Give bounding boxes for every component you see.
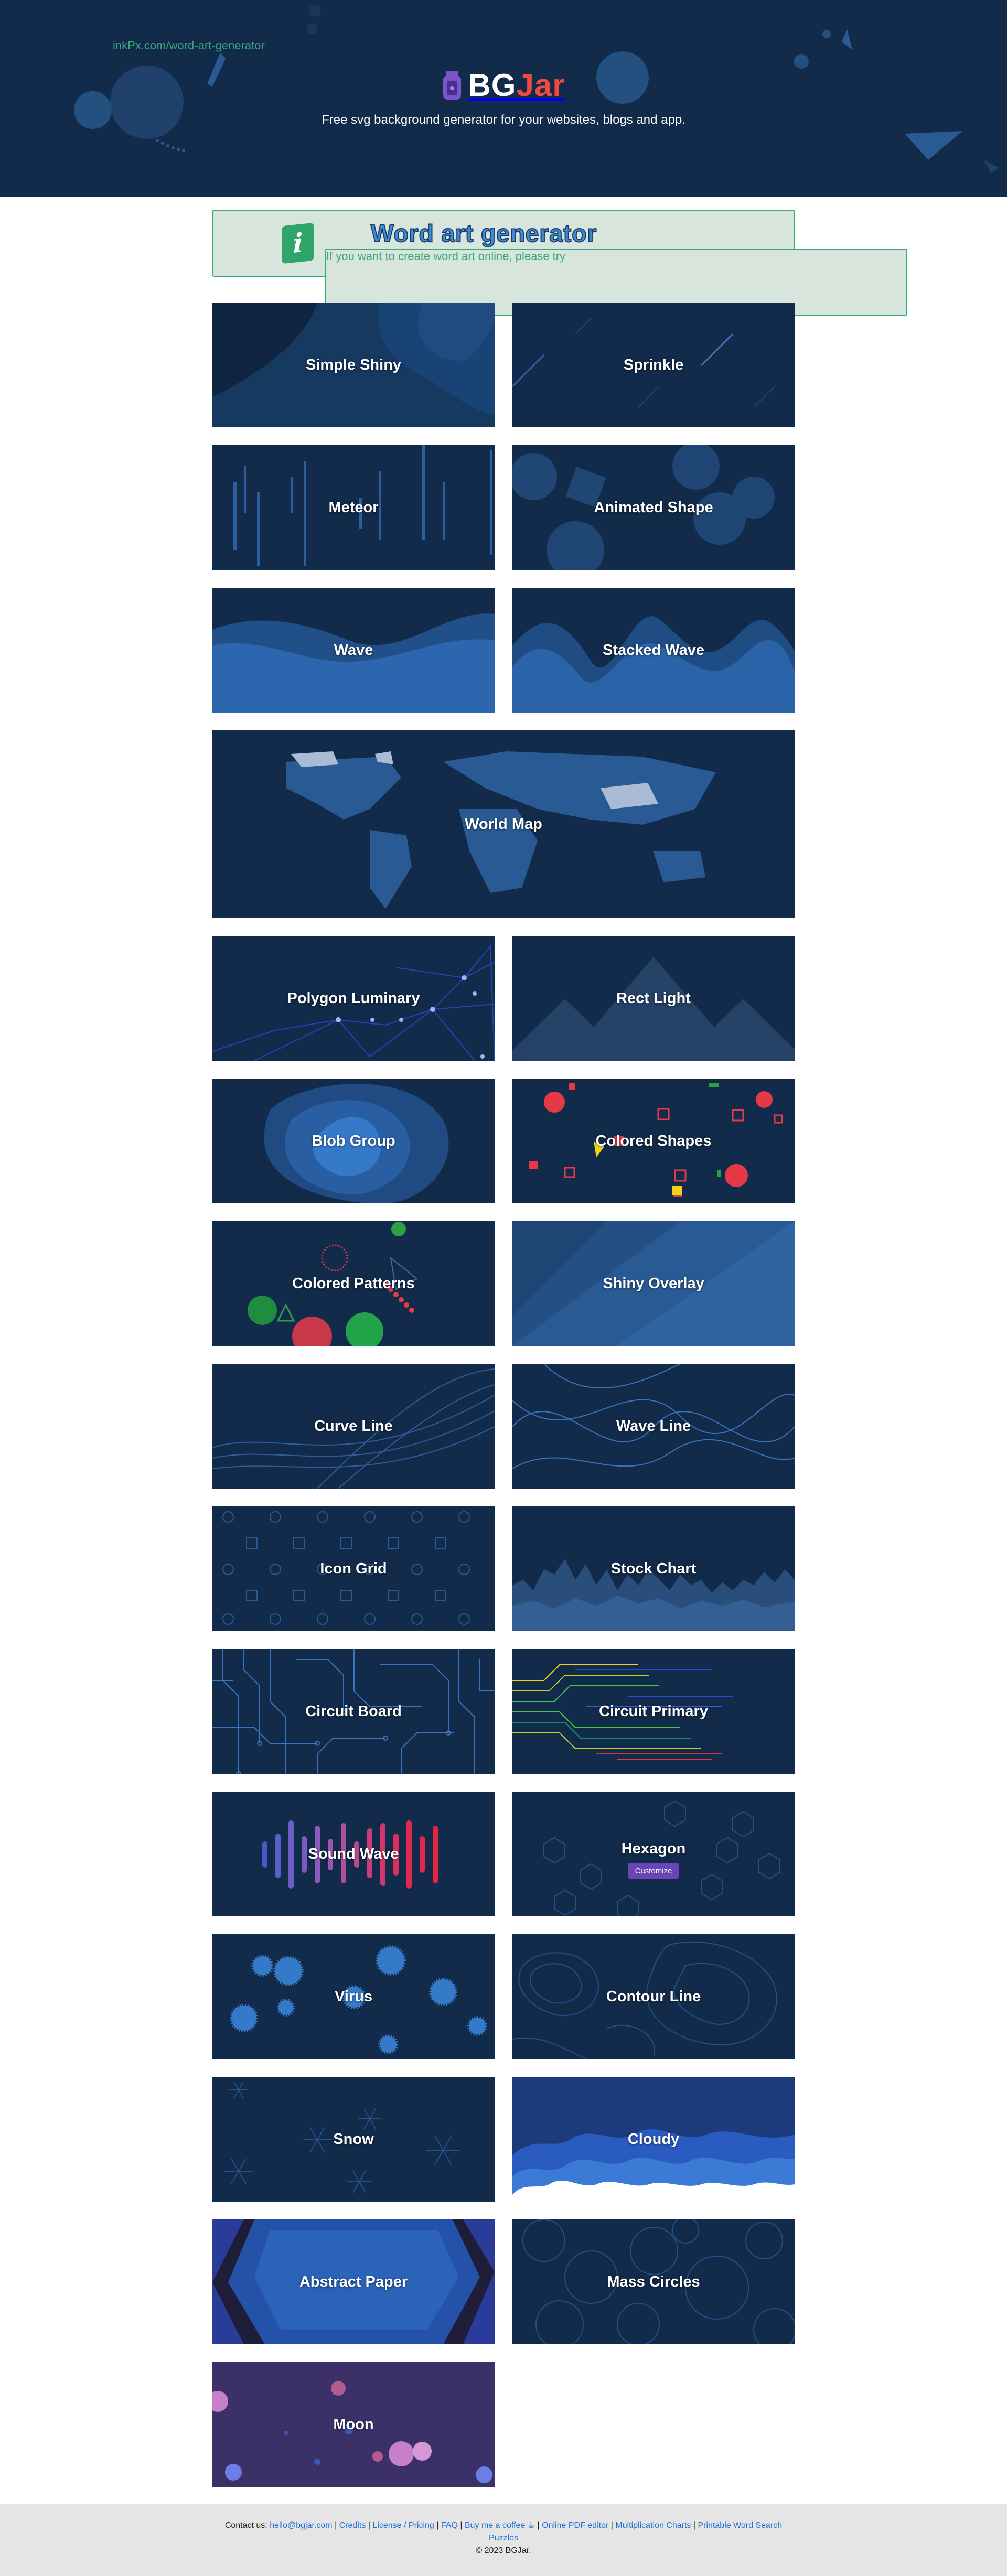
info-icon: i [282, 222, 314, 264]
card-icon-grid[interactable]: Icon Grid [212, 1506, 495, 1631]
card-cloudy[interactable]: Cloudy [512, 2077, 795, 2202]
card-label: Abstract Paper [299, 2273, 408, 2290]
card-label: Curve Line [314, 1417, 393, 1435]
card-circuit-primary[interactable]: Circuit Primary [512, 1649, 795, 1774]
logo-row: BGJar [0, 67, 1007, 103]
card-stacked-wave[interactable]: Stacked Wave [512, 588, 795, 713]
card-label: Circuit Board [305, 1702, 402, 1720]
online-pdf-editor-link[interactable]: Online PDF editor [542, 2521, 608, 2530]
card-label: Stacked Wave [603, 641, 704, 659]
card-label: Colored Shapes [595, 1132, 712, 1149]
logo-text: BGJar [468, 67, 565, 103]
card-label: Hexagon [621, 1840, 686, 1857]
copyright: © 2023 BGJar. [476, 2546, 531, 2555]
card-animated-shape[interactable]: Animated Shape [512, 445, 795, 570]
printable-word-search-link[interactable]: Printable Word Search [698, 2521, 783, 2530]
email-link[interactable]: hello@bgjar.com [270, 2521, 332, 2530]
buy-me-coffee-link[interactable]: Buy me a coffee ☕ [465, 2521, 535, 2530]
card-label: Shiny Overlay [603, 1275, 704, 1292]
card-label: Rect Light [616, 989, 691, 1007]
hero-header: BGJar Free svg background generator for … [0, 0, 1007, 197]
footer: Contact us: hello@bgjar.com | Credits | … [0, 2504, 1007, 2576]
card-sprinkle[interactable]: Sprinkle [512, 303, 795, 427]
footer-links-line: Contact us: hello@bgjar.com | Credits | … [224, 2521, 783, 2530]
card-colored-shapes[interactable]: Colored Shapes [512, 1079, 795, 1203]
card-label: Colored Patterns [292, 1275, 415, 1292]
card-label: Simple Shiny [305, 356, 402, 373]
card-meteor[interactable]: Meteor [212, 445, 495, 570]
card-shiny-overlay[interactable]: Shiny Overlay [512, 1221, 795, 1346]
puzzles-line: Puzzles [0, 2532, 1007, 2545]
card-abstract-paper[interactable]: Abstract Paper [212, 2219, 495, 2344]
promo-link[interactable]: inkPx.com/word-art-generator [113, 39, 265, 52]
credits-link[interactable]: Credits [339, 2521, 366, 2530]
card-simple-shiny[interactable]: Simple Shiny [212, 303, 495, 427]
card-label: Sound Wave [308, 1845, 399, 1862]
logo-jar-text: Jar [516, 68, 565, 103]
tagline: Free svg background generator for your w… [322, 113, 685, 127]
card-polygon-luminary[interactable]: Polygon Luminary [212, 936, 495, 1061]
card-label: Polygon Luminary [287, 989, 420, 1007]
card-label: Cloudy [627, 2130, 680, 2148]
card-label: Wave Line [616, 1417, 691, 1435]
card-curve-line[interactable]: Curve Line [212, 1364, 495, 1489]
card-rect-light[interactable]: Rect Light [512, 936, 795, 1061]
card-label: Blob Group [312, 1132, 395, 1149]
card-label: World Map [465, 815, 542, 833]
promo-text: If you want to create word art online, p… [113, 39, 907, 316]
customize-button[interactable]: Customize [628, 1863, 679, 1879]
card-hexagon[interactable]: Hexagon Customize [512, 1792, 795, 1916]
card-label: Animated Shape [594, 499, 713, 516]
card-label: Icon Grid [320, 1560, 387, 1577]
card-label: Circuit Primary [599, 1702, 708, 1720]
logo-link[interactable]: BGJar [442, 67, 565, 103]
promo-title: Word art generator [370, 219, 597, 247]
card-label: Contour Line [606, 1988, 701, 2005]
card-label: Meteor [328, 499, 379, 516]
card-snow[interactable]: Snow [212, 2077, 495, 2202]
faq-link[interactable]: FAQ [441, 2521, 458, 2530]
logo-bg-text: BG [468, 68, 517, 103]
card-label: Wave [334, 641, 373, 659]
card-stock-chart[interactable]: Stock Chart [512, 1506, 795, 1631]
card-wave[interactable]: Wave [212, 588, 495, 713]
contact-label: Contact us: [224, 2521, 270, 2530]
card-blob-group[interactable]: Blob Group [212, 1079, 495, 1203]
card-label: Stock Chart [610, 1560, 697, 1577]
card-moon[interactable]: Moon [212, 2362, 495, 2487]
card-label: Virus [334, 1988, 372, 2005]
card-mass-circles[interactable]: Mass Circles [512, 2219, 795, 2344]
card-label: Sprinkle [623, 356, 684, 373]
promo-text-prefix: If you want to create word art online, p… [326, 250, 566, 263]
card-label: Snow [333, 2130, 374, 2148]
puzzles-link[interactable]: Puzzles [489, 2534, 518, 2542]
card-contour-line[interactable]: Contour Line [512, 1934, 795, 2059]
multiplication-charts-link[interactable]: Multiplication Charts [615, 2521, 691, 2530]
card-circuit-board[interactable]: Circuit Board [212, 1649, 495, 1774]
card-sound-wave[interactable]: Sound Wave [212, 1792, 495, 1916]
license-pricing-link[interactable]: License / Pricing [372, 2521, 434, 2530]
card-wave-line[interactable]: Wave Line [512, 1364, 795, 1489]
card-world-map[interactable]: World Map [212, 730, 795, 918]
card-label: Moon [333, 2416, 374, 2433]
card-virus[interactable]: Virus [212, 1934, 495, 2059]
card-colored-patterns[interactable]: Colored Patterns [212, 1221, 495, 1346]
jar-icon [443, 71, 462, 100]
card-label: Mass Circles [607, 2273, 700, 2290]
